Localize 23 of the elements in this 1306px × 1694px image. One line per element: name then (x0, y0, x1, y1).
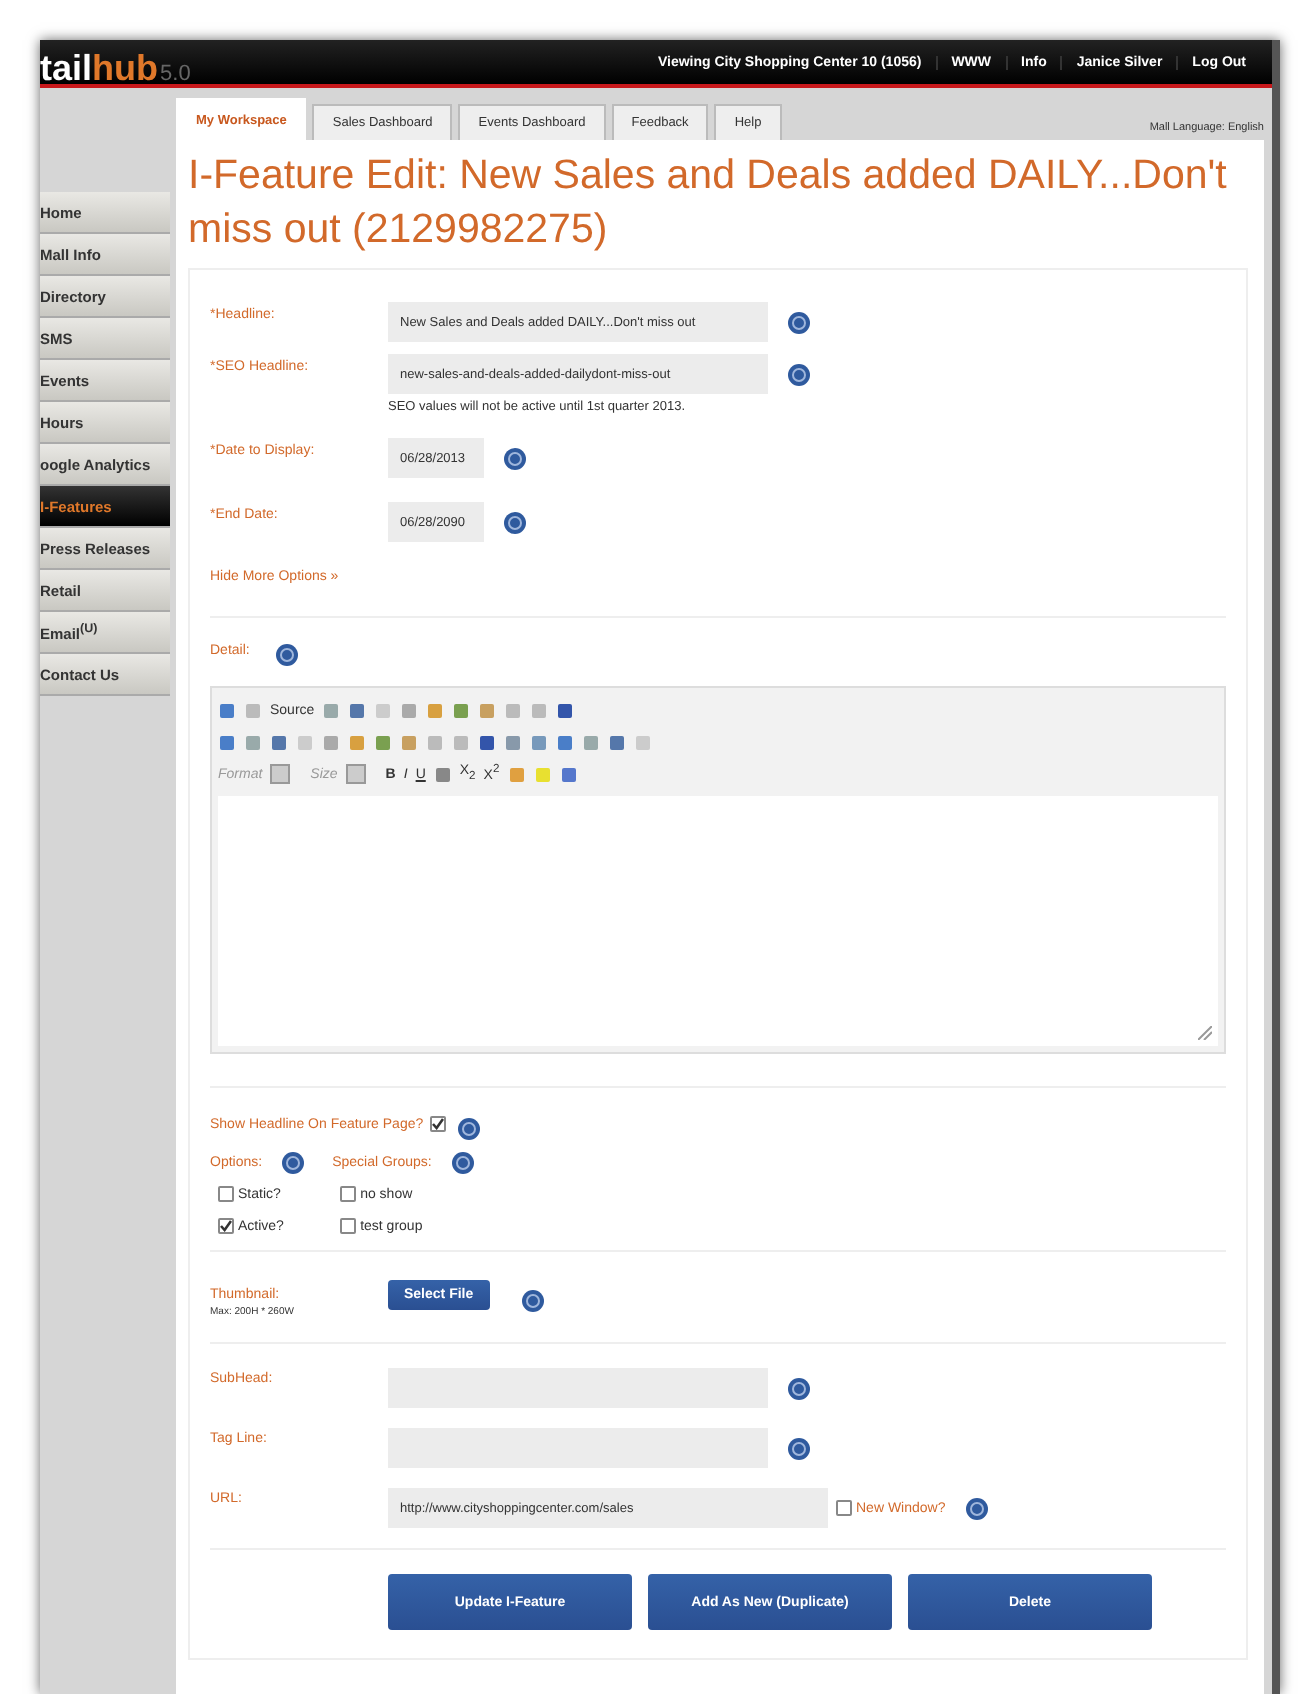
logo-text: tail (40, 47, 93, 89)
checkbox[interactable] (218, 1186, 234, 1202)
help-icon[interactable] (275, 644, 298, 666)
help-icon[interactable] (965, 1498, 988, 1520)
help-icon[interactable] (282, 1152, 305, 1174)
help-icon[interactable] (457, 1118, 480, 1140)
checkbox[interactable] (340, 1186, 357, 1202)
version-label: 5.0 (160, 61, 191, 85)
help-icon[interactable] (504, 448, 526, 470)
checkbox[interactable] (218, 1218, 234, 1234)
checkbox[interactable] (836, 1500, 852, 1516)
help-icon[interactable] (788, 1378, 810, 1400)
help-icon[interactable] (451, 1152, 474, 1174)
checkbox[interactable] (429, 1116, 446, 1132)
help-icon[interactable] (788, 1438, 810, 1460)
resize-grip-icon[interactable] (1198, 1026, 1212, 1040)
help-icon[interactable] (788, 312, 810, 334)
logo-accent: hub (92, 47, 159, 89)
page-title: I-Feature Edit: New Sales and Deals added DAILY...Don't miss out (2129982275) (188, 150, 1229, 256)
help-icon[interactable] (788, 364, 810, 386)
checkbox[interactable] (340, 1218, 357, 1234)
help-icon[interactable] (504, 512, 526, 534)
help-icon[interactable] (521, 1290, 544, 1312)
